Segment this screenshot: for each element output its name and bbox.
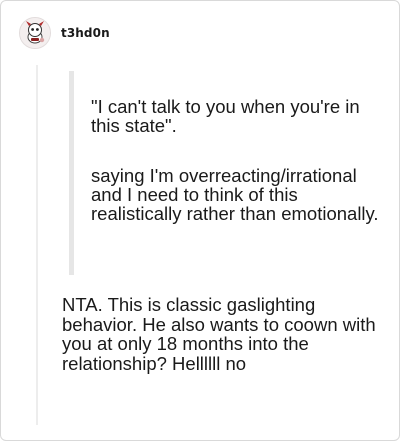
quote-paragraph-2: saying I'm overreacting/irrational and I… <box>91 165 379 224</box>
comment-body: NTA. This is classic gaslighting behavio… <box>62 294 376 374</box>
comment-header: t3hd0n <box>19 17 110 49</box>
thread-line <box>36 65 38 425</box>
comment-card: t3hd0n "I can't talk to you when you're … <box>0 0 400 441</box>
quote-paragraph-1: "I can't talk to you when you're in this… <box>91 96 360 136</box>
quote-bar <box>69 71 74 275</box>
avatar-character-icon <box>20 18 50 48</box>
blockquote: "I can't talk to you when you're in this… <box>91 97 391 223</box>
user-avatar[interactable] <box>19 17 51 49</box>
username-link[interactable]: t3hd0n <box>61 26 110 40</box>
